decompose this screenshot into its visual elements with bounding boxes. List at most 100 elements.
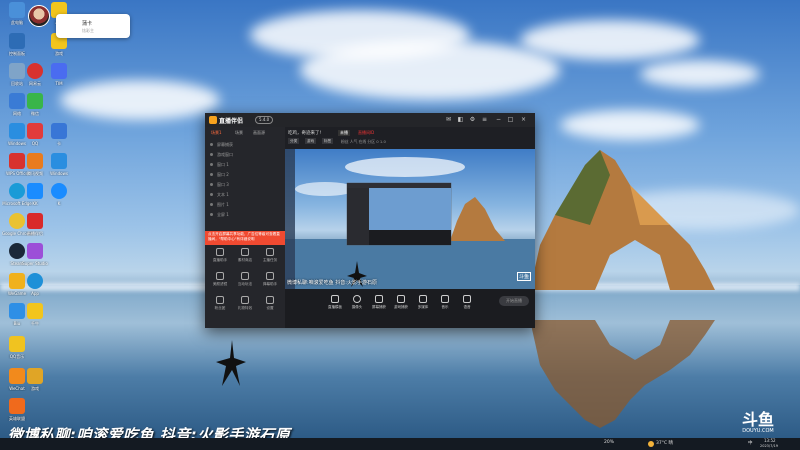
windows-icon bbox=[51, 153, 67, 169]
card-icon bbox=[51, 123, 67, 139]
desktop-icon[interactable]: App bbox=[20, 273, 50, 307]
tool-tasks[interactable]: 主播任务 bbox=[259, 248, 281, 268]
notification-subtitle: 炫彩主 bbox=[82, 28, 94, 33]
tool-interaction[interactable]: 互动玩法 bbox=[234, 272, 256, 292]
desktop-icon[interactable]: 千牛 bbox=[20, 303, 50, 337]
tool-danmaku[interactable]: 弹幕助手 bbox=[259, 272, 281, 292]
eye-icon[interactable] bbox=[210, 153, 213, 156]
figure-reflection bbox=[216, 340, 246, 386]
weather-icon[interactable] bbox=[648, 441, 654, 447]
tab-scene-alt[interactable]: 场景 bbox=[235, 130, 243, 136]
clock-date[interactable]: 2023/7/19 bbox=[760, 444, 778, 448]
qq-icon bbox=[27, 123, 43, 139]
settings-icon[interactable]: ⚙ bbox=[469, 116, 476, 123]
live-preview[interactable]: 微博私聊:咱滚爱吃鱼 抖音:火影手游石原 斗鱼 bbox=[285, 149, 535, 289]
eye-icon[interactable] bbox=[210, 213, 213, 216]
template-icon bbox=[331, 295, 339, 303]
tool-live-assistant[interactable]: 直播助手 bbox=[209, 248, 231, 268]
source-row[interactable]: 屏幕捕获 bbox=[209, 140, 283, 149]
task-icon bbox=[266, 248, 274, 256]
game-capture-button[interactable]: 游戏捕获 bbox=[391, 295, 411, 310]
monitor-icon bbox=[375, 295, 383, 303]
template-button[interactable]: 直播模板 bbox=[325, 295, 345, 310]
desktop-icon[interactable]: QQ音乐 bbox=[2, 336, 32, 370]
eye-icon[interactable] bbox=[210, 163, 213, 166]
source-row[interactable]: 图片 1 bbox=[209, 200, 283, 209]
room-info: 吃鸡，奇迹来了! 未播 直播间ID 分类 游戏 标签 粉丝 人气 在线 分区 0… bbox=[285, 127, 535, 149]
computer-icon bbox=[9, 2, 25, 18]
tag-chip[interactable]: 标签 bbox=[322, 138, 334, 144]
desktop-icon[interactable]: 微信 bbox=[20, 93, 50, 127]
source-row[interactable]: 窗口 1 bbox=[209, 160, 283, 169]
source-row[interactable]: 窗口 3 bbox=[209, 180, 283, 189]
gift-icon bbox=[241, 296, 249, 304]
wechat-icon bbox=[27, 93, 43, 109]
preview-scene bbox=[285, 149, 535, 289]
desktop-icon[interactable]: Super Studio bbox=[20, 243, 50, 277]
source-row[interactable]: 窗口 2 bbox=[209, 170, 283, 179]
cloud bbox=[560, 110, 700, 140]
desktop-icon[interactable]: TIM bbox=[44, 63, 74, 97]
category-chip[interactable]: 分类 bbox=[288, 138, 300, 144]
tool-fans[interactable]: 粉丝团 bbox=[209, 296, 231, 316]
netease-icon bbox=[27, 63, 43, 79]
eye-icon[interactable] bbox=[210, 183, 213, 186]
media-button[interactable]: 多媒体 bbox=[413, 295, 433, 310]
clock-time[interactable]: 13:52 bbox=[764, 438, 776, 443]
music-button[interactable]: 音乐 bbox=[435, 295, 455, 310]
tab-scene[interactable]: 场景1 bbox=[211, 130, 222, 136]
room-id: 直播间ID bbox=[358, 130, 375, 135]
cloud bbox=[520, 20, 700, 60]
source-row[interactable]: 文本 1 bbox=[209, 190, 283, 199]
desktop-icon[interactable]: 游戏 bbox=[20, 368, 50, 402]
douyu-url: DOUYU.COM bbox=[742, 428, 774, 434]
cloud bbox=[60, 80, 220, 120]
tool-gift-effects[interactable]: 礼物特效 bbox=[234, 296, 256, 316]
desktop-icon[interactable]: K bbox=[44, 183, 74, 217]
battery-percent[interactable]: 20% bbox=[604, 440, 614, 445]
notification-card[interactable]: 蒲卡 炫彩主 bbox=[56, 14, 130, 38]
minimize-icon[interactable]: − bbox=[495, 116, 502, 123]
source-row[interactable]: 游戏窗口 bbox=[209, 150, 283, 159]
eye-icon[interactable] bbox=[210, 203, 213, 206]
skin-icon[interactable]: ◧ bbox=[457, 116, 464, 123]
room-title[interactable]: 吃鸡，奇迹来了! bbox=[288, 130, 321, 136]
tool-material-store[interactable]: 素材商店 bbox=[234, 248, 256, 268]
mail-icon[interactable]: ✉ bbox=[445, 116, 452, 123]
weather-text[interactable]: 37°C 晴 bbox=[656, 440, 673, 446]
desktop-icon[interactable]: 卡 bbox=[44, 123, 74, 157]
desktop-icon[interactable]: Windows bbox=[44, 153, 74, 187]
game-chip[interactable]: 游戏 bbox=[305, 138, 317, 144]
close-icon[interactable]: × bbox=[520, 116, 527, 123]
ime-indicator[interactable]: 中 bbox=[748, 440, 753, 446]
app-icon bbox=[27, 303, 43, 319]
desktop-icon[interactable]: 游戏 bbox=[44, 33, 74, 67]
menu-icon[interactable]: ≡ bbox=[481, 116, 488, 123]
live-companion-window: 直播伴侣 5.4.0 ✉ ◧ ⚙ ≡ − □ × 场景1 场景 画面源 屏幕捕获… bbox=[205, 113, 535, 328]
tab-sources[interactable]: 画面源 bbox=[253, 130, 265, 136]
screen-capture-button[interactable]: 屏幕捕获 bbox=[369, 295, 389, 310]
camera-button[interactable]: 摄像头 bbox=[347, 295, 367, 310]
source-row[interactable]: 全屏 1 bbox=[209, 210, 283, 219]
avatar[interactable] bbox=[28, 5, 50, 27]
desktop-icon[interactable]: 控制面板 bbox=[2, 33, 32, 67]
source-toolbar: 直播模板 摄像头 屏幕捕获 游戏捕获 多媒体 音乐 语音 开始直播 bbox=[285, 289, 535, 328]
app-logo-icon bbox=[209, 116, 217, 124]
desktop-icon[interactable]: 直播伴侣 bbox=[20, 213, 50, 247]
status-badge: 未播 bbox=[338, 130, 350, 136]
control-panel-icon bbox=[9, 33, 25, 49]
voice-button[interactable]: 语音 bbox=[457, 295, 477, 310]
eye-icon[interactable] bbox=[210, 173, 213, 176]
title-bar[interactable]: 直播伴侣 5.4.0 ✉ ◧ ⚙ ≡ − □ × bbox=[205, 113, 535, 127]
game-icon bbox=[27, 368, 43, 384]
app-name: 直播伴侣 bbox=[219, 118, 244, 125]
taskbar: 20% 37°C 晴 中 13:52 2023/7/19 bbox=[0, 438, 800, 450]
notice-banner[interactable]: 点击开启屏幕共享功能，广告位等级可查看直播间，"帮助中心"有详细说明 bbox=[205, 231, 285, 245]
start-live-button[interactable]: 开始直播 bbox=[499, 296, 529, 306]
eye-icon[interactable] bbox=[210, 143, 213, 146]
tool-settings[interactable]: 设置 bbox=[259, 296, 281, 316]
eye-icon[interactable] bbox=[210, 193, 213, 196]
tool-beauty[interactable]: 美颜滤镜 bbox=[209, 272, 231, 292]
maximize-icon[interactable]: □ bbox=[507, 116, 514, 123]
rock-reflection bbox=[530, 320, 715, 428]
